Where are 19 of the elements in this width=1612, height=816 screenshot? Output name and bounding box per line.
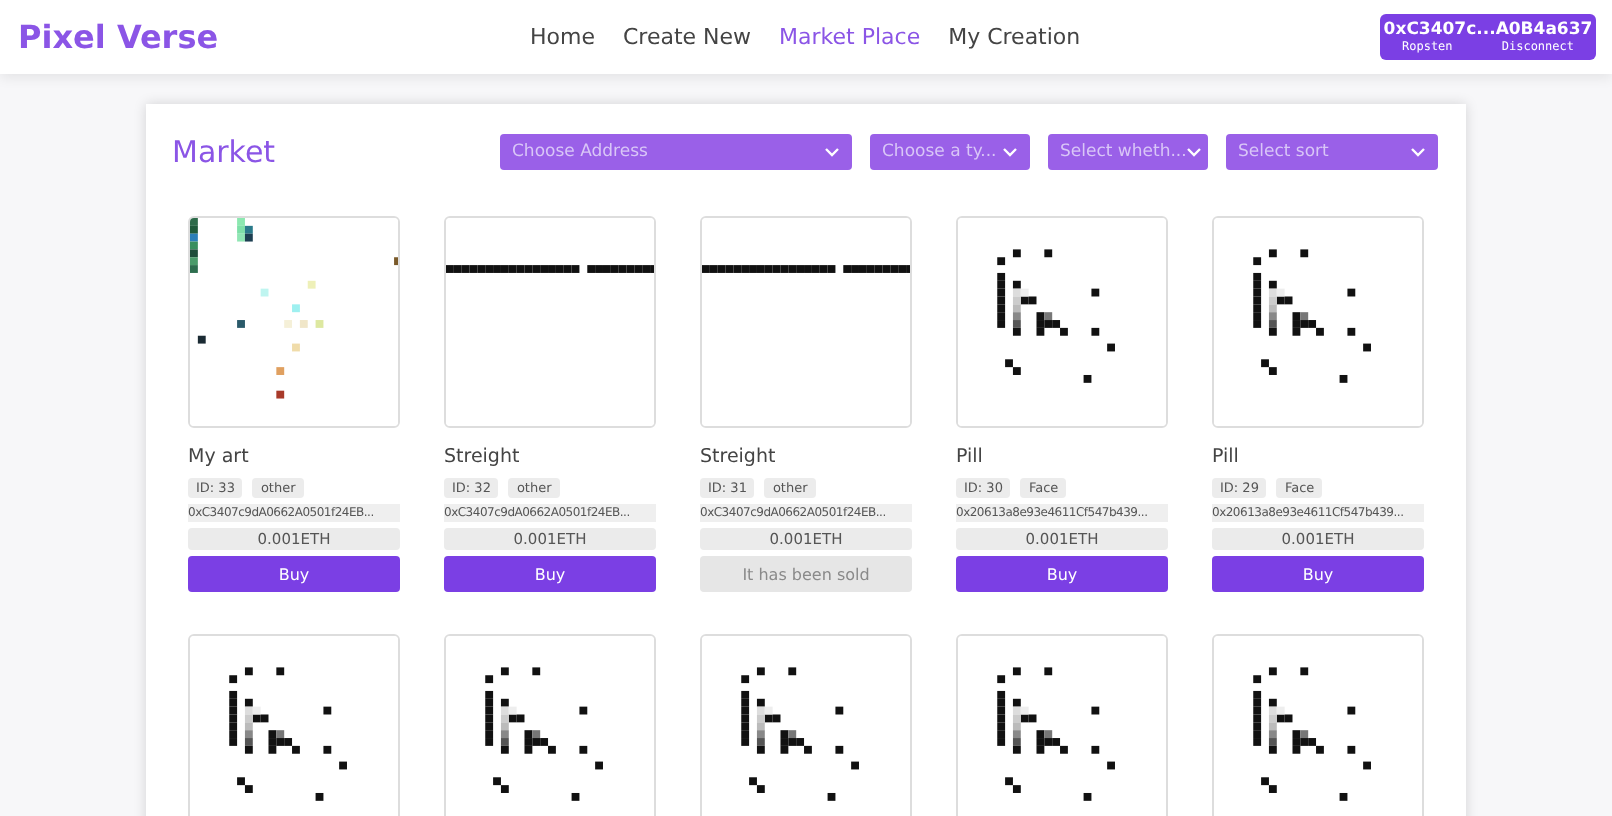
item-name: Pill bbox=[1212, 446, 1241, 468]
item-name: Streight bbox=[700, 446, 778, 468]
nav-link[interactable]: Market Place bbox=[779, 24, 921, 50]
buy-button[interactable]: Buy bbox=[444, 556, 656, 592]
chevron-down-icon bbox=[1002, 146, 1018, 158]
nav-link[interactable]: Home bbox=[530, 24, 595, 50]
page-title: Market bbox=[172, 134, 278, 170]
buy-button[interactable]: Buy bbox=[188, 556, 400, 592]
chevron-down-icon bbox=[824, 146, 840, 158]
buy-button[interactable]: Buy bbox=[1212, 556, 1424, 592]
nav-link[interactable]: Create New bbox=[622, 24, 752, 50]
app-logo[interactable]: Pixel Verse bbox=[18, 18, 530, 56]
item-name: My art bbox=[188, 446, 251, 468]
chevron-down-icon bbox=[1410, 146, 1426, 158]
chevron-down-icon bbox=[1186, 146, 1203, 158]
nav-link[interactable]: My Creation bbox=[948, 24, 1081, 50]
item-name: Pill bbox=[956, 446, 985, 468]
buy-button[interactable]: Buy bbox=[956, 556, 1168, 592]
item-name: Streight bbox=[444, 446, 522, 468]
